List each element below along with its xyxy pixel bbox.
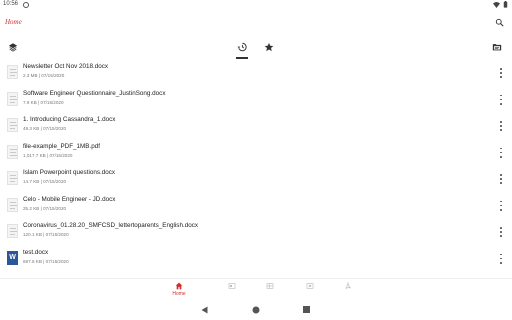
layers-button[interactable] — [7, 41, 19, 53]
file-name: 1. Introducing Cassandra_1.docx — [23, 116, 116, 123]
nav-sheets[interactable] — [258, 282, 282, 290]
tool-row — [0, 36, 512, 60]
search-button[interactable] — [493, 16, 505, 28]
status-icons — [493, 1, 508, 8]
home-icon — [175, 282, 183, 290]
doc-thumbnail-icon — [7, 197, 18, 212]
page-title: Home — [5, 18, 22, 26]
doc-thumbnail-icon — [7, 91, 18, 106]
app-bar: Home — [0, 10, 512, 36]
file-name: Newsletter Oct Nov 2018.docx — [23, 63, 109, 70]
bottom-nav: Home — [0, 278, 512, 300]
tab-indicator — [236, 57, 248, 59]
file-name: Software Engineer Questionnaire_JustinSo… — [23, 89, 166, 97]
word-file-icon: W — [7, 250, 18, 265]
file-meta: 687.6 KB | 07/15/2020 — [23, 258, 69, 264]
more-options-button[interactable] — [498, 226, 504, 238]
more-options-button[interactable] — [498, 253, 504, 265]
nav-home-label: Home — [172, 291, 186, 297]
file-meta: 25.2 KB | 07/15/2020 — [23, 205, 67, 211]
nav-documents[interactable] — [220, 282, 244, 290]
history-icon — [237, 42, 247, 52]
nav-pdf[interactable] — [336, 282, 360, 290]
doc-thumbnail-icon — [7, 171, 18, 185]
more-options-button[interactable] — [498, 67, 504, 79]
doc-thumbnail-icon — [7, 118, 18, 132]
star-icon — [264, 42, 274, 52]
home-circle-icon[interactable] — [252, 306, 260, 314]
list-item[interactable]: Celo - Mobile Engineer - JD.docx 25.2 KB… — [0, 193, 512, 220]
more-options-button[interactable] — [498, 94, 504, 106]
folder-button[interactable] — [491, 41, 503, 53]
list-item[interactable]: Software Engineer Questionnaire_JustinSo… — [0, 87, 512, 114]
more-options-button[interactable] — [498, 120, 504, 132]
more-options-button[interactable] — [498, 200, 504, 212]
status-bar: 10:56 — [0, 0, 512, 10]
nav-home[interactable]: Home — [167, 282, 191, 297]
notification-icon — [23, 1, 29, 8]
file-meta: 14.7 KB | 07/15/2020 — [23, 179, 67, 184]
file-meta: 2.3 MB | 07/15/2020 — [23, 73, 65, 78]
file-name: Coronavirus_01.28.20_SMFCSD_lettertopare… — [23, 222, 199, 229]
file-name: Celo - Mobile Engineer - JD.docx — [23, 195, 116, 203]
layers-icon — [8, 43, 18, 52]
file-name: Islam Powerpoint questions.docx — [23, 169, 116, 176]
tab-recent[interactable] — [236, 40, 248, 54]
list-item[interactable]: 1. Introducing Cassandra_1.docx 49.3 KB … — [0, 113, 512, 140]
list-item[interactable]: Newsletter Oct Nov 2018.docx 2.3 MB | 07… — [0, 60, 512, 87]
file-meta: 7.9 KB | 07/15/2020 — [23, 99, 64, 105]
doc-thumbnail-icon — [7, 65, 18, 79]
tab-favorites[interactable] — [263, 40, 275, 54]
file-meta: 1,017.7 KB | 07/15/2020 — [23, 152, 73, 158]
file-list: Newsletter Oct Nov 2018.docx 2.3 MB | 07… — [0, 60, 512, 272]
list-item[interactable]: Islam Powerpoint questions.docx 14.7 KB … — [0, 166, 512, 193]
back-icon[interactable] — [201, 306, 208, 314]
list-item[interactable]: W test.docx 687.6 KB | 07/15/2020 — [0, 246, 512, 273]
pdf-icon — [345, 282, 351, 289]
file-name: file-example_PDF_1MB.pdf — [23, 142, 100, 150]
file-meta: 49.3 KB | 07/15/2020 — [23, 126, 67, 131]
doc-icon — [228, 283, 236, 289]
list-item[interactable]: file-example_PDF_1MB.pdf 1,017.7 KB | 07… — [0, 140, 512, 167]
doc-thumbnail-icon — [7, 224, 18, 238]
search-icon — [495, 18, 503, 26]
nav-slides[interactable] — [298, 282, 322, 290]
more-options-button[interactable] — [498, 173, 504, 185]
slides-icon — [306, 283, 314, 289]
recents-icon[interactable] — [303, 306, 310, 313]
sheet-icon — [266, 283, 274, 289]
pdf-thumbnail-icon — [7, 144, 18, 159]
file-meta: 120.1 KB | 07/15/2020 — [23, 232, 69, 237]
wifi-icon — [493, 1, 500, 8]
folder-icon — [492, 44, 502, 51]
system-nav-bar — [0, 300, 512, 320]
more-options-button[interactable] — [498, 147, 504, 159]
battery-icon — [503, 1, 508, 8]
status-time: 10:56 — [3, 1, 19, 7]
list-item[interactable]: Coronavirus_01.28.20_SMFCSD_lettertopare… — [0, 219, 512, 246]
file-name: test.docx — [23, 248, 49, 256]
